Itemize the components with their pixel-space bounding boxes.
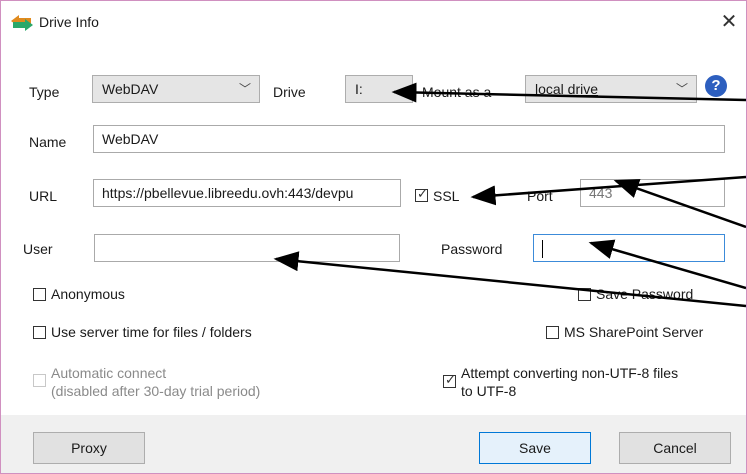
cancel-button[interactable]: Cancel bbox=[619, 432, 731, 464]
arrows-app-icon bbox=[11, 15, 33, 31]
auto-connect-label: Automatic connect bbox=[51, 365, 167, 381]
port-input[interactable]: 443 bbox=[580, 179, 725, 207]
checkmark-icon: ✓ bbox=[445, 372, 456, 387]
save-button[interactable]: Save bbox=[479, 432, 591, 464]
type-dropdown-value: WebDAV bbox=[102, 81, 159, 97]
user-input[interactable] bbox=[94, 234, 400, 262]
server-time-label: Use server time for files / folders bbox=[51, 324, 252, 340]
user-label: User bbox=[23, 241, 53, 257]
utf8-label-line1: Attempt converting non-UTF-8 files bbox=[461, 365, 679, 381]
anonymous-label: Anonymous bbox=[51, 286, 125, 302]
chevron-down-icon: ﹀ bbox=[238, 82, 251, 96]
name-label: Name bbox=[29, 134, 67, 150]
window-title: Drive Info bbox=[39, 14, 99, 30]
drive-label: Drive bbox=[273, 84, 306, 100]
close-icon[interactable]: ✕ bbox=[716, 9, 742, 35]
title-bar: Drive Info ✕ bbox=[1, 1, 746, 45]
type-label: Type bbox=[29, 84, 60, 100]
utf8-label-line2: to UTF-8 bbox=[461, 383, 517, 399]
auto-connect-note: (disabled after 30-day trial period) bbox=[51, 383, 261, 399]
url-input[interactable]: https://pbellevue.libreedu.ovh:443/devpu bbox=[93, 179, 401, 207]
mount-dropdown-value: local drive bbox=[535, 81, 599, 97]
save-password-checkbox[interactable] bbox=[578, 288, 591, 301]
mount-as-label: Mount as a bbox=[422, 84, 492, 100]
drive-info-dialog: Drive Info ✕ Type WebDAV ﹀ Drive I: Moun… bbox=[0, 0, 747, 474]
checkmark-icon: ✓ bbox=[417, 186, 428, 201]
ssl-label: SSL bbox=[433, 188, 460, 204]
type-dropdown[interactable]: WebDAV ﹀ bbox=[92, 75, 260, 103]
sharepoint-label: MS SharePoint Server bbox=[564, 324, 704, 340]
password-input[interactable] bbox=[533, 234, 725, 262]
drive-dropdown[interactable]: I: bbox=[345, 75, 413, 103]
mount-dropdown[interactable]: local drive ﹀ bbox=[525, 75, 697, 103]
anonymous-checkbox[interactable] bbox=[33, 288, 46, 301]
server-time-checkbox[interactable] bbox=[33, 326, 46, 339]
save-password-label: Save Password bbox=[596, 286, 694, 302]
ssl-checkbox[interactable]: ✓ bbox=[415, 186, 428, 202]
password-label: Password bbox=[441, 241, 503, 257]
name-input[interactable]: WebDAV bbox=[93, 125, 725, 153]
port-label: Port bbox=[527, 188, 553, 204]
sharepoint-checkbox[interactable] bbox=[546, 326, 559, 339]
auto-connect-checkbox[interactable] bbox=[33, 374, 46, 387]
url-label: URL bbox=[29, 188, 58, 204]
proxy-button[interactable]: Proxy bbox=[33, 432, 145, 464]
chevron-down-icon: ﹀ bbox=[675, 82, 688, 96]
help-icon[interactable]: ? bbox=[705, 75, 727, 97]
drive-dropdown-value: I: bbox=[355, 81, 363, 97]
text-caret bbox=[542, 240, 543, 259]
utf8-checkbox[interactable]: ✓ bbox=[443, 372, 456, 388]
